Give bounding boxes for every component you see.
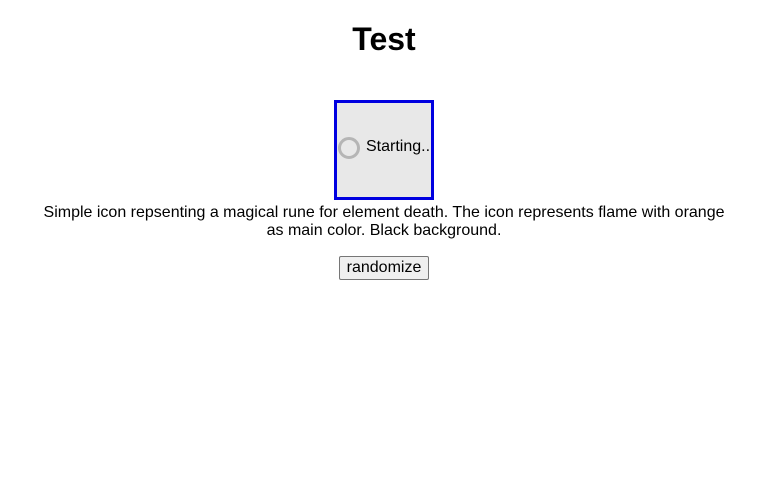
loading-spinner-icon [338,137,360,159]
page-title: Test [352,21,416,57]
prompt-description: Simple icon repsenting a magical rune fo… [43,204,725,239]
page: Test Starting.. Simple icon repsenting a… [0,0,768,480]
randomize-button[interactable]: randomize [339,256,429,280]
image-preview-box: Starting.. [334,100,434,200]
loading-status-text: Starting.. [366,138,431,155]
